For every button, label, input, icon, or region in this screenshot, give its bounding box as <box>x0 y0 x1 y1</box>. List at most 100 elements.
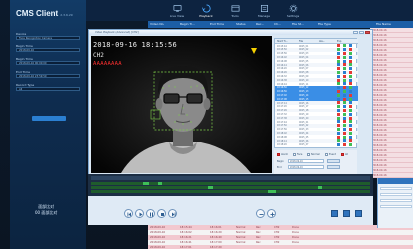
record-type-select[interactable]: All <box>16 87 80 91</box>
zoom-out-button[interactable] <box>256 209 265 218</box>
col-begin-time[interactable]: Begin Ti... <box>180 22 195 26</box>
detail-panel <box>377 178 413 228</box>
video-view[interactable]: 2018-09-16 18:15:56 CH2 AAAAAAAA <box>91 36 272 173</box>
file-col-file[interactable]: File <box>299 40 303 43</box>
col-file-name[interactable]: File Name <box>376 22 391 26</box>
download-button[interactable] <box>355 210 362 217</box>
filter-alarm-checkbox[interactable] <box>277 153 280 156</box>
timeline-track[interactable] <box>91 182 370 185</box>
file-row-marker <box>343 143 346 147</box>
filter-all-checkbox[interactable] <box>341 153 344 156</box>
table-cell-text: 2018-09-16 <box>372 149 387 152</box>
play-icon <box>139 212 143 217</box>
filter-begin-button[interactable] <box>327 159 340 163</box>
pause-button[interactable] <box>146 209 155 218</box>
col-file-status[interactable]: File St... <box>292 22 304 26</box>
table-cell-text: 2018-09-16 <box>372 154 387 157</box>
prev-file-button[interactable] <box>124 209 133 218</box>
file-row-time: 18:18:20 <box>277 143 287 147</box>
table-cell-text: 2018-09-16 <box>372 144 387 147</box>
table-row[interactable]: 2018-09-16 18:17:01 18:17:20 <box>148 245 413 249</box>
filter-end-button[interactable] <box>327 165 340 169</box>
table-cell-text: 2018-09-16 <box>372 49 387 52</box>
table-cell-text: 2018-09-16 <box>372 64 387 67</box>
col-video-no[interactable]: Video No. <box>150 22 164 26</box>
filter-event-checkbox[interactable] <box>325 153 328 156</box>
col-status[interactable]: Status <box>236 22 246 26</box>
table-cell-text: 2018-09-16 <box>372 129 387 132</box>
sidebar: CMS Client 2.3.6.29 Device Face Recogniti… <box>10 0 86 249</box>
skip-back-icon <box>127 212 131 217</box>
zoom-in-button[interactable] <box>267 209 276 218</box>
filter-normal-label: Normal <box>311 153 320 156</box>
file-col-start[interactable]: Start Ti... <box>277 40 288 43</box>
filter-event-label: Event <box>329 153 336 156</box>
osd-name: AAAAAAAA <box>93 61 122 67</box>
file-row-marker <box>349 143 352 147</box>
minimize-button[interactable] <box>353 31 358 34</box>
filter-face-checkbox[interactable] <box>293 153 296 156</box>
playback-filters: Alarm Face Normal Event All Begin 2018-0… <box>274 150 357 174</box>
file-col-alarm[interactable]: Ala... <box>319 40 325 43</box>
toolbar-playback[interactable]: Playback <box>193 2 219 21</box>
toolbar-tools[interactable]: Tools <box>222 2 248 21</box>
detail-field[interactable] <box>380 199 412 202</box>
timeline[interactable] <box>88 174 373 196</box>
table-cell-text: 2018-09-16 <box>372 59 387 62</box>
app-version: 2.3.6.29 <box>60 13 73 17</box>
pause-icon <box>150 212 153 217</box>
video-frame <box>91 36 272 173</box>
detail-field[interactable] <box>380 205 412 208</box>
stop-button[interactable] <box>157 209 166 218</box>
table-cell-text: 2018-09-16 <box>372 104 387 107</box>
table-cell-text: 2018-09-16 <box>372 169 387 172</box>
detail-field[interactable] <box>380 193 412 196</box>
timeline-segment[interactable] <box>158 182 162 185</box>
filter-begin-label: Begin <box>277 160 284 163</box>
timeline-segment[interactable] <box>208 186 213 189</box>
end-time-field[interactable]: 2018-09-16 23:59:59 <box>16 74 80 78</box>
file-col-exp[interactable]: Exp <box>337 40 341 43</box>
timeline-segment[interactable] <box>143 182 149 185</box>
table-cell-text: 2018-09-16 <box>372 89 387 92</box>
date-field[interactable]: 2018-09-16 <box>16 48 80 52</box>
begin-time-field[interactable]: 2018-09-16 00:00:00 <box>16 61 80 65</box>
filter-end-select[interactable]: 2018-09-16 <box>288 165 324 169</box>
timeline-track[interactable] <box>91 186 370 189</box>
table-cell-text: 2018-09-16 <box>372 124 387 127</box>
filter-normal-checkbox[interactable] <box>307 153 310 156</box>
maximize-button[interactable] <box>359 31 364 34</box>
next-file-button[interactable] <box>168 209 177 218</box>
table-cell-text: 2018-09-16 <box>372 114 387 117</box>
timeline-track[interactable] <box>91 190 370 193</box>
table-cell-text: 2018-09-16 <box>372 174 387 177</box>
search-button[interactable] <box>32 116 66 121</box>
play-button[interactable] <box>135 209 144 218</box>
close-button[interactable] <box>365 31 370 34</box>
col-end-time[interactable]: End Time <box>210 22 224 26</box>
table-cell-text: 2018-09-16 <box>372 74 387 77</box>
col-rec[interactable]: Rec... <box>256 22 264 26</box>
timeline-ruler <box>91 176 370 180</box>
col-file-type[interactable]: File Type <box>318 22 331 26</box>
toolbar-settings[interactable]: Settings <box>280 2 306 21</box>
timeline-segment[interactable] <box>318 186 322 189</box>
fullscreen-button[interactable] <box>331 210 338 217</box>
device-select[interactable]: Face Recognition Camera <box>16 36 80 40</box>
col-channel[interactable]: Ch... <box>274 22 281 26</box>
table-cell-text: 2018-09-16 <box>372 69 387 72</box>
table-cell-text: 2018-09-16 <box>372 79 387 82</box>
detail-field[interactable] <box>380 187 412 190</box>
timeline-segment[interactable] <box>268 190 276 193</box>
toolbar-manage[interactable]: Manage <box>251 2 277 21</box>
app-brand: CMS Client 2.3.6.29 <box>16 9 86 21</box>
zoom-in-icon <box>270 212 275 217</box>
table-cell-text: 2018-09-16 <box>372 139 387 142</box>
table-cell-text: 2018-09-16 <box>372 39 387 42</box>
filter-begin-select[interactable]: 2018-09-16 <box>288 159 324 163</box>
toolbar-live-view[interactable]: Live View <box>164 2 190 21</box>
filter-alarm-label: Alarm <box>281 153 289 156</box>
snapshot-button[interactable] <box>343 210 350 217</box>
sidebar-footer: 面部比对 00 面部比对 <box>35 204 57 216</box>
file-list-row[interactable]: 18:18:20 0015_27 <box>275 143 358 147</box>
